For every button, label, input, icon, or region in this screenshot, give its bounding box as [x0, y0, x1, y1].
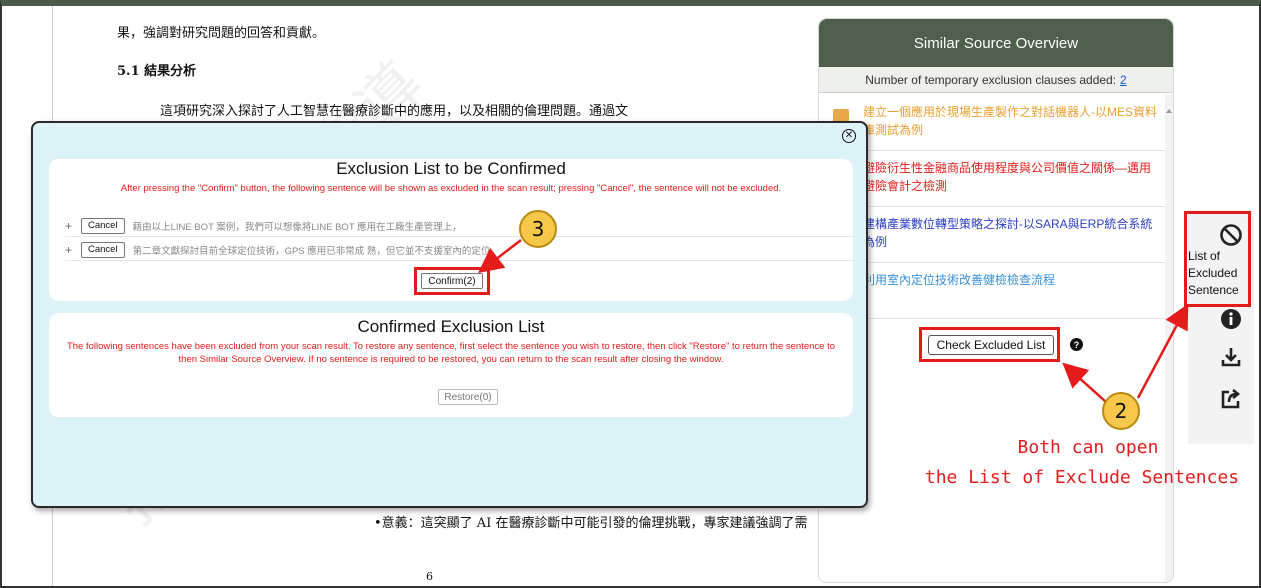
panel-title: Similar Source Overview: [819, 19, 1173, 67]
callout-3: 3: [519, 210, 557, 248]
annotation-note-line-2: the List of Exclude Sentences: [924, 467, 1240, 488]
source-item[interactable]: 避險衍生性金融商品使用程度與公司價值之關係—邁用避險會計之檢測: [819, 151, 1167, 207]
doc-line: 這項研究深入探討了人工智慧在醫療診斷中的應用，以及相關的倫理問題。通過文: [160, 104, 629, 119]
source-item[interactable]: 建立一個應用於現場生產製作之對話機器人-以MES資料庫測試為例: [819, 95, 1167, 151]
callout-2: 2: [1102, 392, 1140, 430]
pending-row[interactable]: + Cancel 藉由以上LINE BOT 案例，我們可以想像將LINE BOT…: [65, 215, 855, 237]
highlight-box: [919, 327, 1060, 362]
source-title-link[interactable]: 建構產業數位轉型策略之探討-以SARA與ERP統合系統為例: [863, 217, 1152, 249]
scroll-up-arrow[interactable]: [1166, 101, 1172, 113]
cancel-button[interactable]: Cancel: [81, 217, 125, 234]
share-icon[interactable]: [1218, 386, 1244, 412]
expand-plus-icon[interactable]: +: [65, 243, 81, 257]
source-item[interactable]: 建構產業數位轉型策略之探討-以SARA與ERP統合系統為例: [819, 207, 1167, 263]
download-icon[interactable]: [1218, 344, 1244, 370]
help-icon[interactable]: ?: [1070, 338, 1083, 351]
doc-line: •意義：這突顯了 AI 在醫療診斷中可能引發的倫理挑戰，專家建議強調了需: [374, 516, 808, 531]
confirmed-title: Confirmed Exclusion List: [357, 317, 545, 336]
source-list: 建立一個應用於現場生產製作之對話機器人-以MES資料庫測試為例 避險衍生性金融商品…: [819, 95, 1167, 319]
source-title-link[interactable]: 建立一個應用於現場生產製作之對話機器人-以MES資料庫測試為例: [863, 105, 1157, 137]
pending-sentence: 第二章文獻探討目前全球定位技術，GPS 應用已非常成 熟，但它並不支援室內的定位…: [132, 245, 500, 257]
exclusion-list-modal: ✕ Exclusion List to be Confirmed After p…: [31, 121, 868, 508]
pending-title: Exclusion List to be Confirmed: [336, 159, 566, 178]
exclusion-summary: Number of temporary exclusion clauses ad…: [819, 67, 1173, 93]
info-icon[interactable]: [1218, 306, 1244, 332]
exclusion-count-link[interactable]: 2: [1120, 73, 1127, 87]
pending-note: After pressing the "Confirm" button, the…: [120, 183, 782, 194]
doc-heading: 5.1 結果分析: [117, 64, 197, 79]
confirmed-exclusion-card: Confirmed Exclusion List The following s…: [49, 313, 853, 417]
source-title-link[interactable]: 利用室內定位技術改善健檢檢查流程: [863, 273, 1055, 287]
pending-sentence: 藉由以上LINE BOT 案例，我們可以想像將LINE BOT 應用在工廠生產管…: [132, 221, 462, 233]
page-number: 6: [426, 570, 433, 583]
source-item[interactable]: 利用室內定位技術改善健檢檢查流程: [819, 263, 1167, 319]
highlight-box: [414, 267, 490, 295]
expand-plus-icon[interactable]: +: [65, 219, 81, 233]
source-title-link[interactable]: 避險衍生性金融商品使用程度與公司價值之關係—邁用避險會計之檢測: [863, 161, 1151, 193]
scrollbar[interactable]: [1165, 95, 1173, 582]
similar-source-panel: Similar Source Overview Number of tempor…: [818, 18, 1174, 583]
cancel-button[interactable]: Cancel: [81, 241, 125, 258]
close-icon[interactable]: ✕: [842, 129, 856, 143]
highlight-box: [1184, 211, 1251, 307]
pending-row[interactable]: + Cancel 第二章文獻探討目前全球定位技術，GPS 應用已非常成 熟，但它…: [65, 239, 855, 261]
annotation-note-line-1: Both can open: [1017, 437, 1159, 458]
confirmed-note: The following sentences have been exclud…: [66, 341, 836, 365]
exclusion-label: Number of temporary exclusion clauses ad…: [865, 72, 1117, 87]
restore-button[interactable]: Restore(0): [438, 389, 498, 405]
doc-line: 果，強調對研究問題的回答和貢獻。: [117, 26, 326, 41]
